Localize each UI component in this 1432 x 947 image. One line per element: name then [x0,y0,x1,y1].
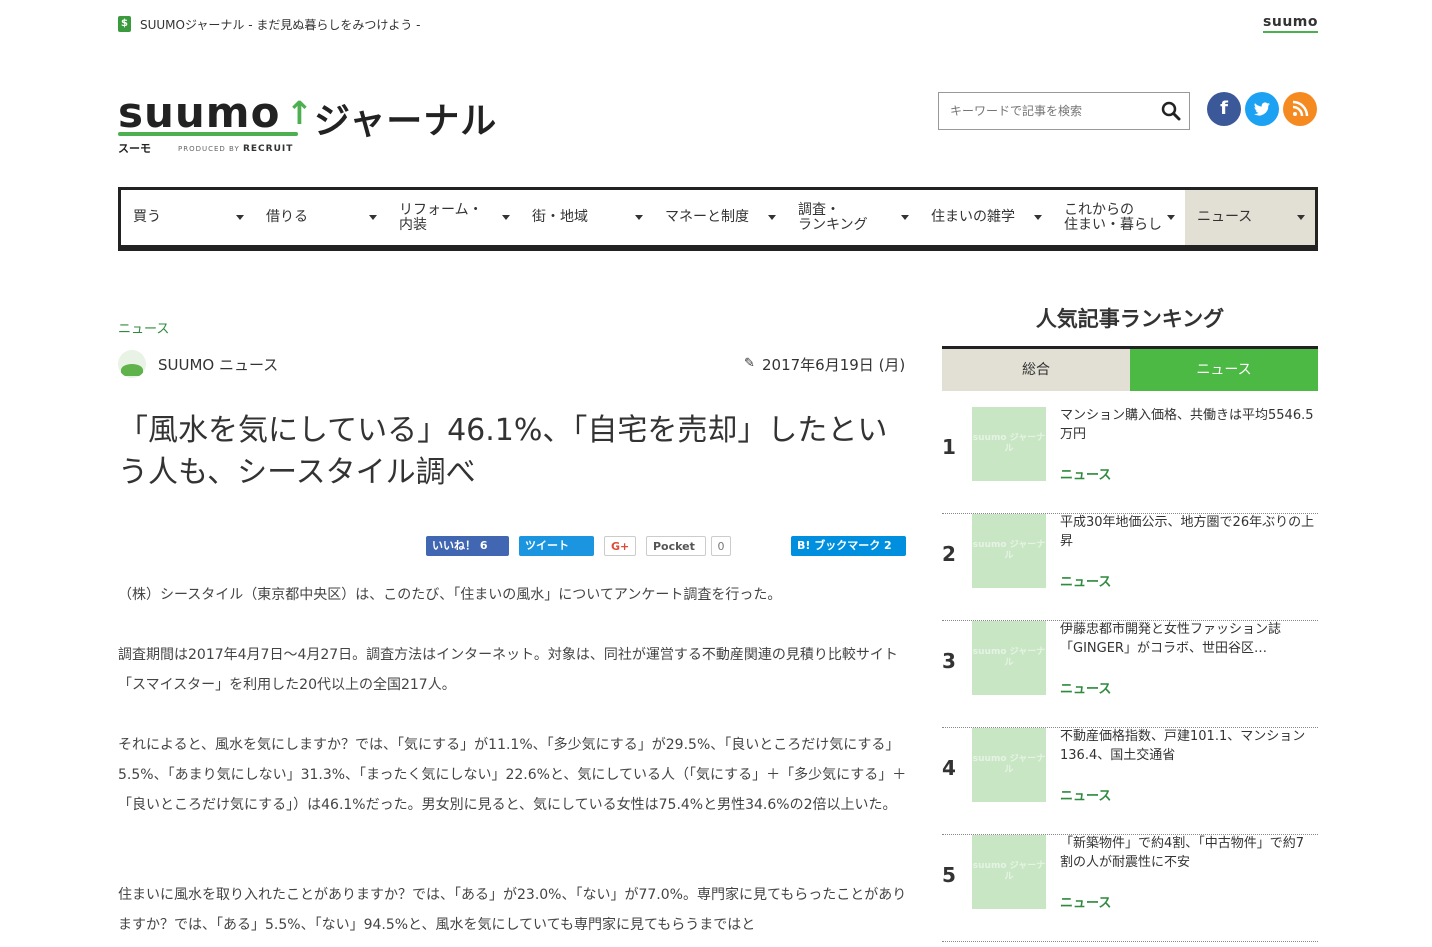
facebook-icon[interactable]: f [1207,92,1241,126]
caret-down-icon [369,215,377,220]
twitter-icon[interactable] [1245,92,1279,126]
ranking-tag[interactable]: ニュース [1060,678,1111,697]
ranking-item[interactable]: 3 suumo ジャーナル 伊藤忠都市開発と女性ファッション誌「GINGER」が… [942,621,1318,728]
nav-item-label: 住まいの雑学 [931,209,1015,225]
pocket-button[interactable]: Pocket [646,536,706,556]
nav-item-future[interactable]: これからの 住まい・暮らし [1052,190,1185,245]
nav-item-money[interactable]: マネーと制度 [653,190,786,245]
ranking-title: 人気記事ランキング [1035,307,1225,331]
caret-down-icon [502,215,510,220]
ranking-item[interactable]: 4 suumo ジャーナル 不動産価格指数、戸建101.1、マンション136.4… [942,728,1318,835]
suumo-top-logo[interactable]: suumo [1263,14,1318,33]
pencil-icon: ✎ [744,356,755,371]
rank-number: 4 [942,756,956,780]
nav-item-label: 借りる [266,209,308,225]
ranking-headline[interactable]: 「新築物件」で約4割、「中古物件」で約7割の人が耐震性に不安 [1060,834,1316,872]
nav-item-label: マネーと制度 [665,209,749,225]
caret-down-icon [236,215,244,220]
article-paragraph: 住まいに風水を取り入れたことがありますか？では、「ある」が23.0%、「ない」が… [118,887,907,933]
article-paragraph: （株）シースタイル（東京都中央区）は、このたび、「住まいの風水」についてアンケー… [118,587,782,603]
logo-suumo-text: suumo [118,88,281,137]
nav-item-label: 調査・ ランキング [798,201,868,233]
search-box [938,92,1190,130]
rank-number: 1 [942,435,956,459]
article-paragraph: 調査期間は2017年4月7日～4月27日。調査方法はインターネット。対象は、同社… [118,647,898,693]
caret-down-icon [1297,215,1305,220]
nav-item-reform[interactable]: リフォーム・ 内装 [387,190,520,245]
facebook-like-button[interactable]: いいね！ 6 [426,536,509,556]
main-nav: 買う 借りる リフォーム・ 内装 街・地域 マネーと制度 調査・ ランキング 住… [118,187,1318,251]
ranking-headline[interactable]: マンション購入価格、共働きは平均5546.5万円 [1060,406,1316,444]
pocket-count: 0 [711,536,731,556]
top-bar: $ SUUMOジャーナル - まだ見ぬ暮らしをみつけよう - suumo [118,14,1318,34]
ranking-tag[interactable]: ニュース [1060,464,1111,483]
author-avatar[interactable] [118,350,146,378]
caret-down-icon [1034,215,1042,220]
article-thumbnail[interactable]: suumo ジャーナル [972,621,1046,695]
rank-number: 5 [942,863,956,887]
caret-down-icon [635,215,643,220]
produced-by-recruit: PRODUCED BY RECRUIT [178,144,294,154]
rss-icon[interactable] [1283,92,1317,126]
site-tagline[interactable]: SUUMOジャーナル - まだ見ぬ暮らしをみつけよう - [140,16,421,33]
nav-item-buy[interactable]: 買う [121,190,254,245]
caret-down-icon [768,215,776,220]
nav-item-news[interactable]: ニュース [1185,190,1315,245]
ranking-tag[interactable]: ニュース [1060,785,1111,804]
ranking-headline[interactable]: 不動産価格指数、戸建101.1、マンション136.4、国土交通省 [1060,727,1316,765]
ranking-item[interactable]: 1 suumo ジャーナル マンション購入価格、共働きは平均5546.5万円 ニ… [942,407,1318,514]
nav-item-rent[interactable]: 借りる [254,190,387,245]
ranking-headline[interactable]: 伊藤忠都市開発と女性ファッション誌「GINGER」がコラボ、世田谷区… [1060,620,1316,658]
search-icon[interactable] [1161,101,1181,121]
ranking-item[interactable]: 5 suumo ジャーナル 「新築物件」で約4割、「中古物件」で約7割の人が耐震… [942,835,1318,942]
tab-news[interactable]: ニュース [1130,349,1318,391]
article-date: 2017年6月19日 (月) [762,356,906,374]
nav-item-label: これからの 住まい・暮らし [1064,201,1162,233]
caret-down-icon [1167,215,1175,220]
ranking-tag[interactable]: ニュース [1060,571,1111,590]
nav-item-label: 街・地域 [532,209,588,225]
article-thumbnail[interactable]: suumo ジャーナル [972,835,1046,909]
hatena-bookmark-button[interactable]: B! ブックマーク 2 [791,536,906,556]
rank-number: 2 [942,542,956,566]
nav-item-trivia[interactable]: 住まいの雑学 [919,190,1052,245]
author-name[interactable]: SUUMO ニュース [158,354,278,375]
ranking-tabs: 総合 ニュース [942,346,1318,391]
article-category[interactable]: ニュース [118,318,169,337]
tab-all[interactable]: 総合 [942,349,1130,391]
ranking-tag[interactable]: ニュース [1060,892,1111,911]
article-thumbnail[interactable]: suumo ジャーナル [972,514,1046,588]
google-plus-button[interactable]: G+ [604,536,636,556]
suumo-document-icon: $ [118,16,131,32]
caret-down-icon [901,215,909,220]
nav-item-label: ニュース [1197,209,1253,225]
logo-arrow-icon: ↑ [286,94,313,132]
logo-underline [118,132,298,136]
logo-journal-text: ジャーナル [314,101,498,142]
article-thumbnail[interactable]: suumo ジャーナル [972,407,1046,481]
article-thumbnail[interactable]: suumo ジャーナル [972,728,1046,802]
ranking-item[interactable]: 2 suumo ジャーナル 平成30年地価公示、地方圏で26年ぶりの上昇 ニュー… [942,514,1318,621]
site-logo[interactable]: suumo ↑ ジャーナル スーモ PRODUCED BY RECRUIT [118,88,518,155]
nav-item-label: リフォーム・ 内装 [399,201,483,233]
rank-number: 3 [942,649,956,673]
logo-kana-text: スーモ [118,142,151,155]
article-paragraph: それによると、風水を気にしますか？では、「気にする」が11.1%、「多少気にする… [118,737,907,813]
nav-item-label: 買う [133,209,161,225]
article-title: 「風水を気にしている」46.1%、「自宅を売却」したという人も、シースタイル調べ [118,413,888,490]
ranking-headline[interactable]: 平成30年地価公示、地方圏で26年ぶりの上昇 [1060,513,1316,551]
nav-item-town[interactable]: 街・地域 [520,190,653,245]
tweet-button[interactable]: ツイート [519,536,594,556]
nav-item-survey[interactable]: 調査・ ランキング [786,190,919,245]
search-input[interactable] [939,93,1149,129]
